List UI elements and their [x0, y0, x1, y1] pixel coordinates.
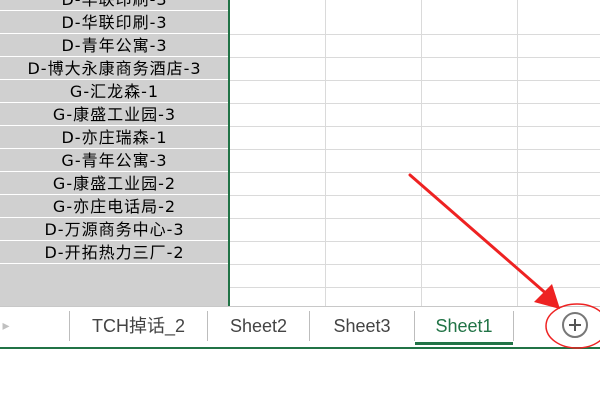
grid-line: [230, 103, 600, 104]
grid-line: [230, 287, 600, 288]
tab-sheet3[interactable]: Sheet3: [310, 307, 414, 345]
cell-a10[interactable]: G-亦庄电话局-2: [0, 195, 229, 218]
scroll-tabs-left-icon[interactable]: ▸: [0, 317, 12, 335]
add-sheet-button[interactable]: [562, 312, 588, 338]
grid-line: [230, 195, 600, 196]
grid-line: [230, 218, 600, 219]
grid-line: [230, 264, 600, 265]
cell-a6[interactable]: G-康盛工业园-3: [0, 103, 229, 126]
cell-a8[interactable]: G-青年公寓-3: [0, 149, 229, 172]
tab-sheet2[interactable]: Sheet2: [208, 307, 309, 345]
grid-line: [517, 0, 518, 306]
tab-separator: [513, 311, 514, 341]
cell-a3[interactable]: D-青年公寓-3: [0, 34, 229, 57]
grid-line: [230, 57, 600, 58]
column-a-border: [228, 0, 230, 306]
grid-line: [230, 80, 600, 81]
cell-a11[interactable]: D-万源商务中心-3: [0, 218, 229, 241]
grid-line: [421, 0, 422, 306]
tab-sheet1[interactable]: Sheet1: [415, 307, 513, 345]
grid-line: [325, 0, 326, 306]
tab-tch-drop[interactable]: TCH掉话_2: [70, 307, 207, 345]
cell-a1[interactable]: D-华联印刷-3: [0, 0, 229, 11]
grid-line: [230, 241, 600, 242]
column-a[interactable]: D-华联印刷-3 D-华联印刷-3 D-青年公寓-3 D-博大永康商务酒店-3 …: [0, 0, 229, 306]
grid-line: [230, 172, 600, 173]
grid-line: [230, 149, 600, 150]
cell-a4[interactable]: D-博大永康商务酒店-3: [0, 57, 229, 80]
tab-bar-accent-line: [0, 347, 600, 349]
cell-a2[interactable]: D-华联印刷-3: [0, 11, 229, 34]
cell-a5[interactable]: G-汇龙森-1: [0, 80, 229, 103]
worksheet-grid[interactable]: D-华联印刷-3 D-华联印刷-3 D-青年公寓-3 D-博大永康商务酒店-3 …: [0, 0, 600, 306]
cell-a7[interactable]: D-亦庄瑞森-1: [0, 126, 229, 149]
grid-line: [230, 126, 600, 127]
plus-circle-icon: [569, 319, 581, 331]
grid-line: [230, 34, 600, 35]
cell-a12[interactable]: D-开拓热力三厂-2: [0, 241, 229, 264]
cell-a9[interactable]: G-康盛工业园-2: [0, 172, 229, 195]
sheet-tab-bar: ▸ TCH掉话_2 Sheet2 Sheet3 Sheet1: [0, 306, 600, 348]
